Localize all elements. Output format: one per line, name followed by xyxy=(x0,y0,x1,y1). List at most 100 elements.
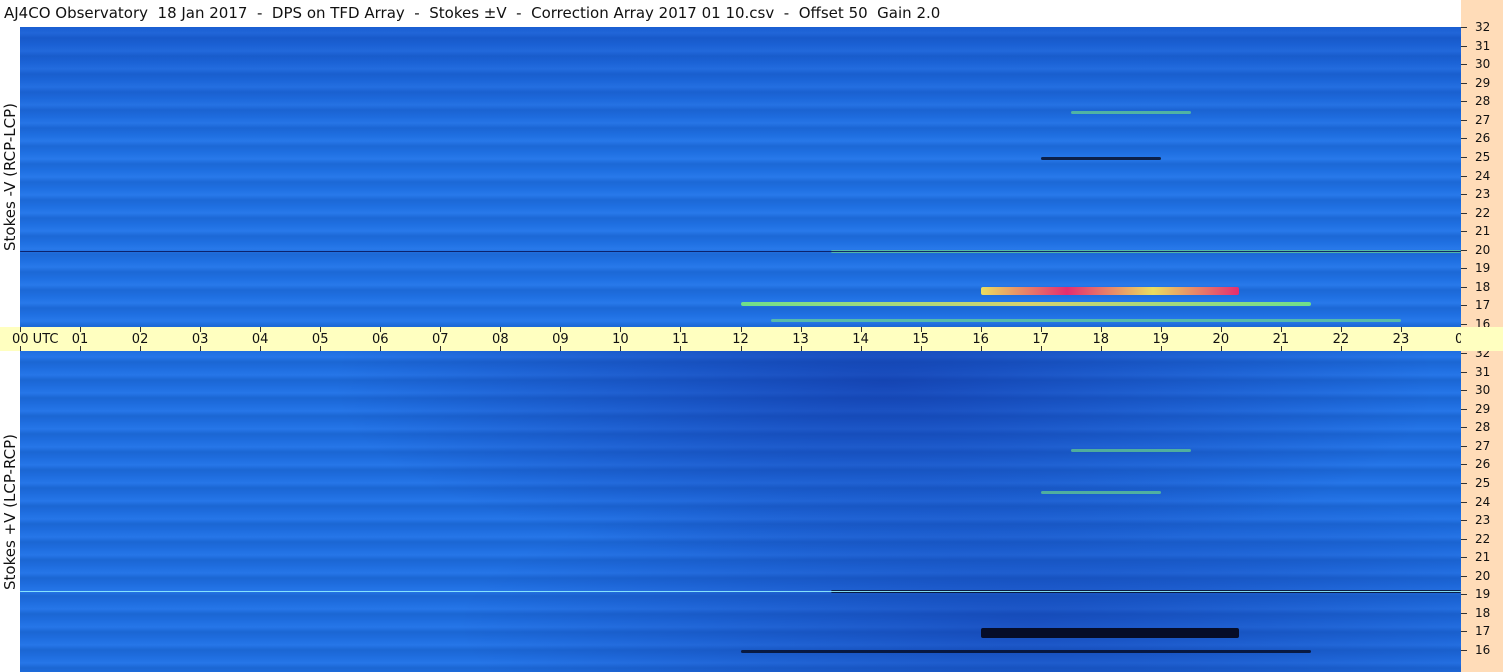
frequency-tick-label: 19 xyxy=(1475,587,1491,602)
frequency-tick-mark xyxy=(1461,119,1467,121)
frequency-tick-mark xyxy=(1461,268,1467,270)
time-tick-label: 12 xyxy=(732,332,749,347)
frequency-tick-mark xyxy=(1461,501,1467,503)
frequency-tick-label: 30 xyxy=(1475,57,1491,72)
frequency-tick-mark xyxy=(1461,520,1467,522)
frequency-tick-label: 26 xyxy=(1475,131,1491,146)
time-tick-label: 11 xyxy=(672,332,689,347)
frequency-tick-label: 17 xyxy=(1475,624,1491,639)
spectral-feature-emission-weak xyxy=(1070,111,1191,115)
spectrogram-top-background xyxy=(20,27,1461,327)
frequency-tick-label: 31 xyxy=(1475,364,1491,379)
time-tick-label: 15 xyxy=(912,332,929,347)
frequency-tick-mark xyxy=(1461,575,1467,577)
time-tick-label: 14 xyxy=(852,332,869,347)
time-tick-label: 13 xyxy=(792,332,809,347)
time-tick-label: 20 xyxy=(1212,332,1230,347)
time-tick-label: 07 xyxy=(432,332,449,347)
spectral-feature-absorption xyxy=(1040,157,1161,161)
frequency-tick-label: 24 xyxy=(1475,494,1491,509)
frequency-tick-label: 31 xyxy=(1475,38,1491,53)
frequency-tick-mark xyxy=(1461,324,1467,325)
spectral-feature-absorption-strong xyxy=(980,628,1239,639)
spectral-feature-absorption xyxy=(740,649,1311,653)
frequency-tick-label: 32 xyxy=(1475,20,1491,34)
frequency-tick-label: 28 xyxy=(1475,420,1491,435)
spectrogram-bottom-background xyxy=(20,351,1461,672)
time-tick-label: 06 xyxy=(371,332,389,347)
time-tick-label: 16 xyxy=(972,332,989,347)
frequency-tick-label: 20 xyxy=(1475,568,1491,583)
time-tick-label: 21 xyxy=(1272,332,1290,347)
frequency-tick-label: 18 xyxy=(1475,279,1491,294)
frequency-tick-mark xyxy=(1461,482,1467,484)
frequency-tick-label: 26 xyxy=(1475,457,1491,472)
time-tick-label: 05 xyxy=(311,332,329,347)
frequency-tick-mark xyxy=(1461,82,1467,84)
frequency-tick-label: 18 xyxy=(1475,605,1491,620)
time-tick-label: 00 UTC xyxy=(12,332,59,347)
frequency-axis-bottom: 32 31 30 29 28 27 26 25 24 23 22 21 20 19 18 17 16 xyxy=(1461,346,1503,672)
frequency-tick-mark xyxy=(1461,445,1467,447)
frequency-tick-label: 22 xyxy=(1475,531,1491,546)
spectrogram-top xyxy=(20,27,1461,327)
frequency-tick-mark xyxy=(1461,557,1467,559)
spectral-feature-emission xyxy=(740,301,1311,306)
frequency-tick-mark xyxy=(1461,45,1467,47)
time-tick-label: 02 xyxy=(131,332,149,347)
frequency-tick-mark xyxy=(1461,612,1467,614)
time-tick-label: 10 xyxy=(612,332,629,347)
frequency-tick-mark xyxy=(1461,305,1467,307)
frequency-tick-mark xyxy=(1461,249,1467,251)
frequency-tick-mark xyxy=(1461,464,1467,466)
time-axis: 00 UTC 01 02 03 04 05 06 07 08 09 10 11 12 13 14 15 16 17… xyxy=(0,327,1503,351)
frequency-tick-mark xyxy=(1461,194,1467,196)
frequency-tick-label: 21 xyxy=(1475,550,1491,565)
frequency-tick-mark xyxy=(1461,538,1467,540)
frequency-tick-label: 29 xyxy=(1475,75,1491,90)
frequency-tick-mark xyxy=(1461,594,1467,596)
time-tick-label: 23 xyxy=(1392,332,1410,347)
bottom-panel-label-text: Stokes +V (LCP-RCP) xyxy=(1,433,19,590)
bottom-panel-label: Stokes +V (LCP-RCP) xyxy=(0,351,20,672)
frequency-tick-label: 20 xyxy=(1475,242,1491,257)
frequency-tick-label: 25 xyxy=(1475,475,1491,490)
frequency-tick-mark xyxy=(1461,101,1467,103)
frequency-tick-label: 16 xyxy=(1475,643,1491,657)
frequency-tick-mark xyxy=(1461,408,1467,410)
time-tick-label: 03 xyxy=(191,332,209,347)
spectrogram-bottom xyxy=(20,351,1461,672)
spectral-feature-emission-weak xyxy=(1070,448,1191,452)
frequency-tick-mark xyxy=(1461,650,1467,651)
frequency-axis-top: 32 31 30 29 28 27 26 25 24 23 22 21 20 19 18 17 16 xyxy=(1461,0,1503,331)
frequency-tick-label: 29 xyxy=(1475,401,1491,416)
time-tick-label: 19 xyxy=(1152,332,1170,347)
frequency-tick-mark xyxy=(1461,390,1467,392)
frequency-tick-label: 24 xyxy=(1475,168,1491,183)
top-panel-label-text: Stokes -V (RCP-LCP) xyxy=(1,103,19,251)
spectral-feature-emission-weak xyxy=(1040,490,1161,494)
frequency-tick-mark xyxy=(1461,175,1467,177)
frequency-tick-label: 27 xyxy=(1475,112,1491,127)
frequency-tick-mark xyxy=(1461,231,1467,233)
frequency-tick-label: 23 xyxy=(1475,187,1491,202)
spectral-feature-line-light xyxy=(20,591,1461,592)
spectral-feature-emission-strong xyxy=(980,286,1239,295)
frequency-tick-label: 21 xyxy=(1475,224,1491,239)
spectral-feature-emission-weak xyxy=(770,318,1401,322)
top-panel-label: Stokes -V (RCP-LCP) xyxy=(0,27,20,327)
frequency-tick-label: 22 xyxy=(1475,205,1491,220)
chart-title: AJ4CO Observatory 18 Jan 2017 - DPS on T… xyxy=(4,4,941,22)
title-bar: AJ4CO Observatory 18 Jan 2017 - DPS on T… xyxy=(0,0,1461,27)
frequency-tick-mark xyxy=(1461,371,1467,373)
frequency-tick-mark xyxy=(1461,286,1467,288)
time-tick-label: 01 xyxy=(71,332,89,347)
time-tick-label: 04 xyxy=(251,332,269,347)
frequency-tick-mark xyxy=(1461,138,1467,140)
frequency-tick-mark xyxy=(1461,156,1467,158)
frequency-tick-mark xyxy=(1461,64,1467,66)
frequency-tick-label: 25 xyxy=(1475,149,1491,164)
axis-corner xyxy=(1461,327,1503,351)
time-tick-label: 09 xyxy=(552,332,569,347)
frequency-tick-label: 17 xyxy=(1475,298,1491,313)
